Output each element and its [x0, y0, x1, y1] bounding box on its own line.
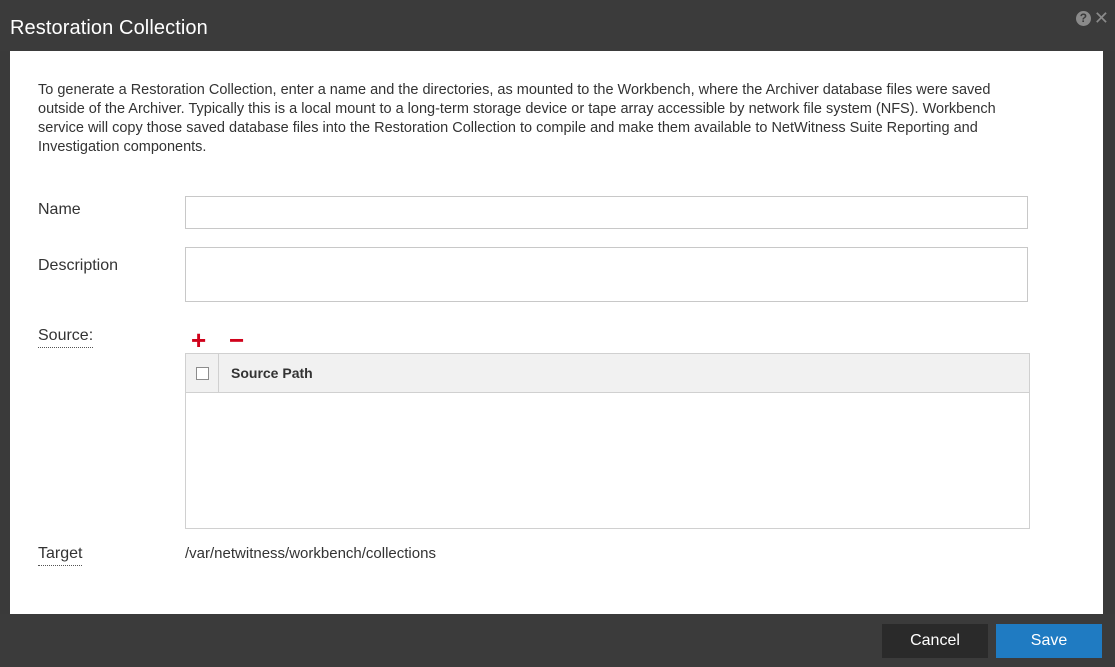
help-icon[interactable]: ? [1075, 11, 1091, 26]
close-icon[interactable]: ✕ [1094, 9, 1109, 27]
intro-text: To generate a Restoration Collection, en… [38, 82, 996, 155]
title-icons: ? ✕ [1075, 9, 1109, 27]
source-label: Source: [38, 327, 94, 348]
dialog-footer: Cancel Save [0, 614, 1115, 667]
dialog-title: Restoration Collection [10, 17, 208, 39]
restoration-collection-dialog: Restoration Collection ? ✕ To generate a… [0, 0, 1115, 667]
remove-source-button[interactable]: − [229, 327, 244, 353]
select-all-checkbox[interactable] [195, 366, 209, 380]
target-value: /var/netwitness/workbench/collections [185, 545, 436, 562]
grid-header: Source Path [186, 354, 1029, 393]
select-all-cell [186, 354, 219, 392]
add-source-button[interactable]: + [191, 327, 206, 353]
name-label: Name [38, 201, 81, 218]
description-label: Description [38, 257, 119, 274]
source-path-column-header[interactable]: Source Path [219, 365, 313, 381]
dialog-body: To generate a Restoration Collection, en… [10, 51, 1103, 614]
name-input[interactable] [185, 196, 1028, 229]
cancel-button[interactable]: Cancel [882, 624, 988, 658]
target-label: Target [38, 545, 83, 566]
save-button[interactable]: Save [996, 624, 1102, 658]
dialog-titlebar: Restoration Collection ? ✕ [0, 0, 1115, 51]
source-path-grid: Source Path [185, 353, 1030, 529]
description-input[interactable] [185, 247, 1028, 302]
